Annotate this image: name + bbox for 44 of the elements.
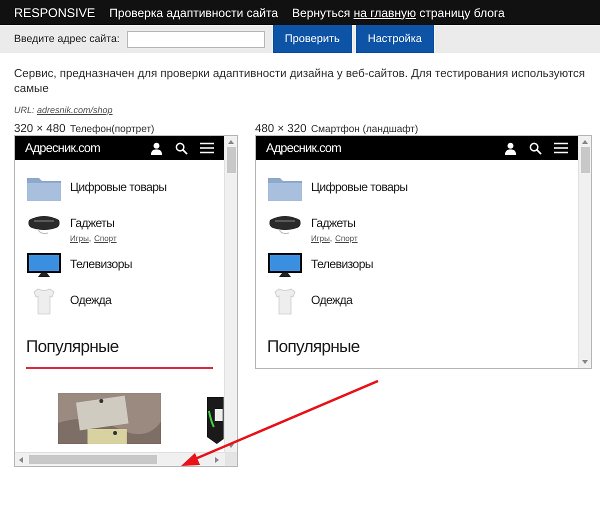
site-logo: Адресник.com: [266, 141, 342, 155]
device-label: Телефон(портрет): [70, 124, 154, 135]
category-link[interactable]: Одежда: [311, 293, 352, 307]
tv-icon: [26, 251, 62, 279]
category-link[interactable]: Телевизоры: [311, 257, 374, 271]
user-icon[interactable]: [150, 142, 163, 154]
category-link[interactable]: Гаджеты: [311, 216, 358, 230]
category-link[interactable]: Гаджеты: [70, 216, 117, 230]
back-text: Вернуться на главную страницу блога: [292, 6, 505, 20]
toolbar-button[interactable]: Проверить: [272, 25, 352, 53]
horizontal-scrollbar[interactable]: [15, 452, 237, 466]
separator-text: ,: [330, 234, 332, 243]
viewport-size: 480 × 320: [255, 123, 306, 135]
subcategory-link[interactable]: Игры: [311, 234, 330, 243]
subcategory-link[interactable]: Спорт: [94, 234, 117, 243]
vertical-scrollbar[interactable]: [224, 136, 237, 452]
subcategory-link[interactable]: Спорт: [335, 234, 358, 243]
category-link[interactable]: Цифровые товары: [311, 180, 408, 194]
category-link[interactable]: Одежда: [70, 293, 112, 307]
url-link[interactable]: adresnik.com/shop: [37, 105, 113, 115]
subcategory-link[interactable]: Игры: [70, 234, 89, 243]
url-label: Введите адрес сайта:: [14, 33, 120, 45]
url-input-field[interactable]: [126, 30, 265, 48]
separator-text: ,: [88, 234, 92, 243]
site-logo: Адресник.com: [25, 141, 100, 155]
search-icon[interactable]: [529, 142, 542, 154]
user-icon[interactable]: [504, 142, 517, 154]
menu-icon[interactable]: [554, 142, 568, 154]
url-text: URL: adresnik.com/shop: [14, 105, 114, 115]
description-text: Сервис, предназначен для проверки адаптивности дизайна у веб-сайтов. Для тестирования используются самые: [14, 67, 586, 97]
device-label: Смартфон (ландшафт): [310, 124, 418, 135]
section-heading: Популярные: [267, 337, 361, 357]
menu-icon[interactable]: [200, 142, 214, 154]
section-heading: Популярные: [26, 337, 120, 357]
home-link[interactable]: на главную: [354, 6, 416, 20]
category-link[interactable]: Цифровые товары: [70, 180, 167, 194]
search-icon[interactable]: [175, 142, 188, 154]
brand-title: RESPONSIVE: [14, 6, 96, 20]
toolbar-button[interactable]: Настройка: [356, 25, 434, 53]
tv-icon: [267, 251, 303, 279]
page-title: Проверка адаптивности сайта: [109, 6, 278, 20]
viewport-size: 320 × 480: [14, 123, 66, 135]
category-link[interactable]: Телевизоры: [70, 257, 132, 271]
vertical-scrollbar[interactable]: [578, 136, 591, 368]
